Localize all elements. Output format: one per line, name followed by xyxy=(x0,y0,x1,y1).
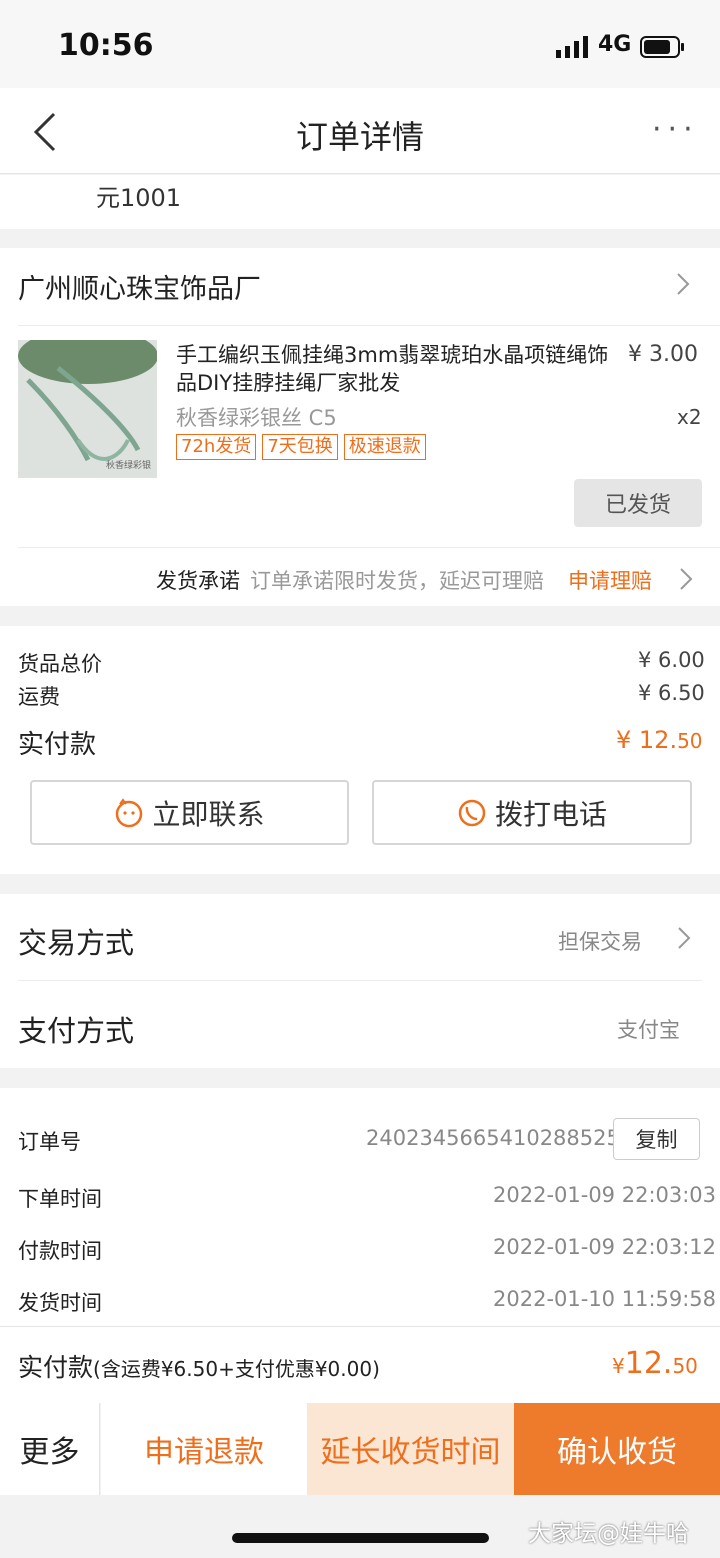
payment-method-label: 支付方式 xyxy=(18,1014,135,1048)
order-number-value: 2402345665410288525 xyxy=(366,1126,620,1150)
paid-time-label: 付款时间 xyxy=(18,1239,102,1263)
promise-text: 订单承诺限时发货，延迟可理赔 xyxy=(250,569,544,593)
summary-amount-main: 12. xyxy=(624,1346,673,1381)
summary-amount-cents: 50 xyxy=(672,1354,698,1378)
promise-label: 发货承诺 xyxy=(156,569,240,593)
paid-amount-main: ¥ 12. xyxy=(616,726,678,754)
address-snippet: 元1001 xyxy=(96,184,182,212)
trade-method-label: 交易方式 xyxy=(18,926,135,960)
chevron-right-icon[interactable] xyxy=(677,926,691,950)
shipped-time-value: 2022-01-10 11:59:58 xyxy=(493,1287,717,1311)
home-indicator[interactable] xyxy=(232,1533,489,1543)
product-price: ¥ 3.00 xyxy=(628,342,698,367)
chevron-right-icon[interactable] xyxy=(679,567,693,591)
goods-total-value: ¥ 6.00 xyxy=(638,648,705,672)
service-tag: 72h发货 xyxy=(176,434,257,460)
order-number-label: 订单号 xyxy=(18,1130,81,1154)
placed-time-value: 2022-01-09 22:03:03 xyxy=(493,1183,717,1207)
product-sku: 秋香绿彩银丝 C5 xyxy=(176,406,337,430)
summary-currency: ¥ xyxy=(612,1354,625,1378)
page-title: 订单详情 xyxy=(295,118,424,156)
confirm-receipt-button[interactable]: 确认收货 xyxy=(514,1403,720,1495)
product-image-caption: 秋香绿彩银 xyxy=(106,461,152,471)
call-seller-button[interactable]: 拨打电话 xyxy=(372,780,692,845)
signal-icon xyxy=(556,36,588,58)
service-tag: 7天包换 xyxy=(262,434,338,460)
divider xyxy=(18,325,720,326)
shipping-fee-value: ¥ 6.50 xyxy=(638,681,705,705)
goods-total-label: 货品总价 xyxy=(18,652,102,676)
extend-receipt-button[interactable]: 延长收货时间 xyxy=(307,1403,514,1495)
watermark: 大家坛@娃牛哈 xyxy=(528,1521,689,1547)
battery-icon xyxy=(640,36,684,58)
apply-refund-button[interactable]: 申请退款 xyxy=(101,1403,307,1495)
paid-amount-value: ¥ 12.50 xyxy=(616,726,703,754)
shop-name[interactable]: 广州顺心珠宝饰品厂 xyxy=(18,267,261,306)
more-actions-button[interactable]: 更多 xyxy=(0,1403,100,1495)
trade-method-value[interactable]: 担保交易 xyxy=(558,926,642,956)
shipped-time-label: 发货时间 xyxy=(18,1291,102,1315)
divider xyxy=(18,547,720,548)
chat-icon xyxy=(116,797,143,827)
service-tags: 72h发货 7天包换 极速退款 xyxy=(176,434,432,460)
summary-label: 实付款 xyxy=(18,1353,94,1382)
phone-icon xyxy=(458,799,486,826)
shipping-fee-label: 运费 xyxy=(18,685,60,709)
summary-amount: ¥12.50 xyxy=(612,1346,698,1381)
payment-method-value: 支付宝 xyxy=(617,1018,680,1042)
paid-amount-cents: 50 xyxy=(677,729,703,753)
apply-compensation-link[interactable]: 申请理赔 xyxy=(568,565,652,595)
summary-text: 实付款(含运费¥6.50+支付优惠¥0.00) xyxy=(18,1348,380,1384)
paid-amount-label: 实付款 xyxy=(18,730,97,760)
contact-seller-button[interactable]: 立即联系 xyxy=(30,780,349,845)
network-type: 4G xyxy=(598,32,632,57)
product-title[interactable]: 手工编织玉佩挂绳3mm翡翠琥珀水晶项链绳饰品DIY挂脖挂绳厂家批发 xyxy=(176,341,626,397)
contact-seller-label: 立即联系 xyxy=(152,797,265,831)
divider xyxy=(18,980,702,981)
more-menu-icon[interactable]: ··· xyxy=(652,112,699,147)
chevron-right-icon[interactable] xyxy=(676,272,690,296)
service-tag: 极速退款 xyxy=(343,434,426,460)
call-seller-label: 拨打电话 xyxy=(494,797,607,831)
shipped-status-button[interactable]: 已发货 xyxy=(574,479,702,527)
placed-time-label: 下单时间 xyxy=(18,1187,102,1211)
product-quantity: x2 xyxy=(677,405,702,429)
summary-detail: (含运费¥6.50+支付优惠¥0.00) xyxy=(93,1357,380,1381)
status-time: 10:56 xyxy=(58,28,154,63)
copy-order-number-button[interactable]: 复制 xyxy=(613,1118,700,1160)
paid-time-value: 2022-01-09 22:03:12 xyxy=(493,1235,717,1259)
